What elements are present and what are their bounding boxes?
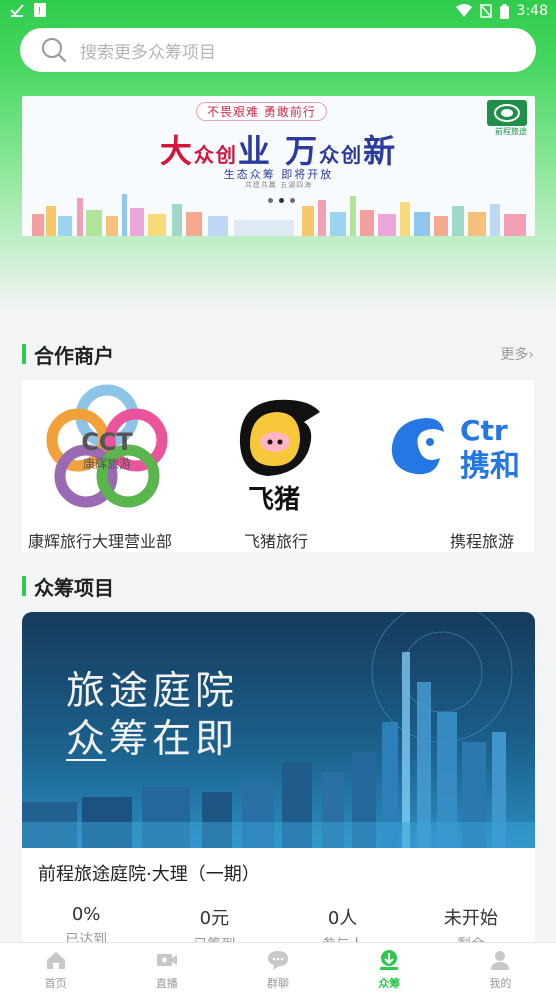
status-bar: ! 3:48 (0, 0, 556, 24)
project-cover-image[interactable]: 旅途庭院 众筹在即 (22, 612, 535, 848)
banner-title-part: 大 (159, 132, 194, 170)
projects-section-title: 众筹项目 (34, 575, 114, 600)
partner-name: 携程旅游 (450, 532, 515, 551)
partners-section-header: 合作商户 更多› (22, 340, 534, 368)
banner-title-part: 众创 (193, 143, 238, 167)
cct-logo-text: CCT (81, 428, 133, 456)
stat-value: 0人 (327, 908, 358, 929)
stat-value: 未开始 (443, 908, 498, 929)
chat-icon (268, 951, 288, 970)
nav-label: 众筹 (378, 977, 401, 990)
nav-item-chat[interactable]: 群聊 (222, 943, 333, 994)
partner-name: 康辉旅行大理营业部 (28, 532, 173, 551)
banner-title-part: 业 (237, 132, 272, 170)
ctrip-logo-icon: Ctr 携和 (391, 414, 520, 484)
status-time: 3:48 (516, 3, 548, 19)
ctrip-logo-text: Ctr (460, 414, 508, 447)
home-icon (46, 952, 65, 969)
stat-value: 0元 (199, 908, 230, 929)
no-sim-icon (479, 4, 492, 18)
svg-text:!: ! (38, 6, 42, 17)
partners-section-title: 合作商户 (34, 343, 114, 368)
nav-item-live[interactable]: 直播 (111, 943, 222, 994)
fliggy-logo-icon: 飞猪 (239, 399, 320, 514)
search-placeholder: 搜索更多众筹项目 (80, 42, 216, 63)
wifi-icon (455, 4, 472, 17)
nav-label: 直播 (155, 977, 178, 990)
bottom-nav: 首页 直播 群聊 众筹 我的 (0, 942, 556, 994)
section-accent-bar (22, 576, 26, 596)
nav-item-crowdfund[interactable]: 众筹 (334, 943, 445, 994)
partner-item-fliggy[interactable]: 飞猪 飞猪旅行 (194, 380, 364, 552)
partner-name: 飞猪旅行 (244, 532, 309, 551)
fliggy-logo-text: 飞猪 (248, 485, 300, 514)
cct-logo-icon: CCT 康辉旅游 (46, 384, 168, 508)
nav-item-home[interactable]: 首页 (0, 943, 111, 994)
nav-label: 我的 (489, 977, 512, 990)
banner-logo-icon (487, 100, 527, 126)
search-input[interactable]: 搜索更多众筹项目 (20, 28, 536, 72)
promo-banner[interactable]: 不畏艰难 勇敢前行 前程旅途 大众创业 万众创新 生态众筹 即将开放 共建共赢 … (22, 96, 535, 236)
banner-tag: 不畏艰难 勇敢前行 (196, 102, 327, 121)
nav-label: 群聊 (267, 977, 289, 990)
projects-section-header: 众筹项目 (22, 572, 534, 600)
cct-logo-sub: 康辉旅游 (83, 456, 131, 471)
project-card[interactable]: 前程旅途庭院·大理（一期） 0% 已达到 0元 已筹到 0人 参与人 未开始 剩… (22, 848, 535, 953)
check-download-icon (10, 4, 24, 17)
banner-title-part: 万 (271, 132, 320, 170)
partners-more-link[interactable]: 更多› (500, 344, 534, 364)
battery-icon (499, 3, 509, 19)
sim-alert-icon: ! (34, 3, 46, 17)
section-accent-bar (22, 344, 26, 364)
project-name: 前程旅途庭院·大理（一期） (38, 864, 260, 885)
project-cover-title-line2: 众筹在即 (66, 717, 239, 762)
user-icon (491, 951, 510, 970)
search-icon (42, 38, 67, 63)
city-skyline-illustration (32, 194, 526, 236)
ctrip-logo-sub: 携和 (460, 449, 520, 484)
banner-title-part: 新 (363, 132, 398, 170)
partner-item-ctrip[interactable]: Ctr 携和 携程旅游 (366, 380, 534, 552)
video-icon (156, 954, 177, 966)
crowdfund-icon (380, 950, 399, 970)
nav-item-mine[interactable]: 我的 (445, 943, 556, 994)
partner-item-cct[interactable]: CCT 康辉旅游 康辉旅行大理营业部 (22, 380, 192, 552)
nav-label: 首页 (44, 977, 67, 990)
stat-value: 0% (71, 904, 101, 925)
banner-title-part: 众创 (319, 143, 364, 167)
partners-carousel[interactable]: CCT 康辉旅游 康辉旅行大理营业部 飞猪 飞猪旅行 Ctr 携和 携程旅游 (22, 380, 534, 552)
